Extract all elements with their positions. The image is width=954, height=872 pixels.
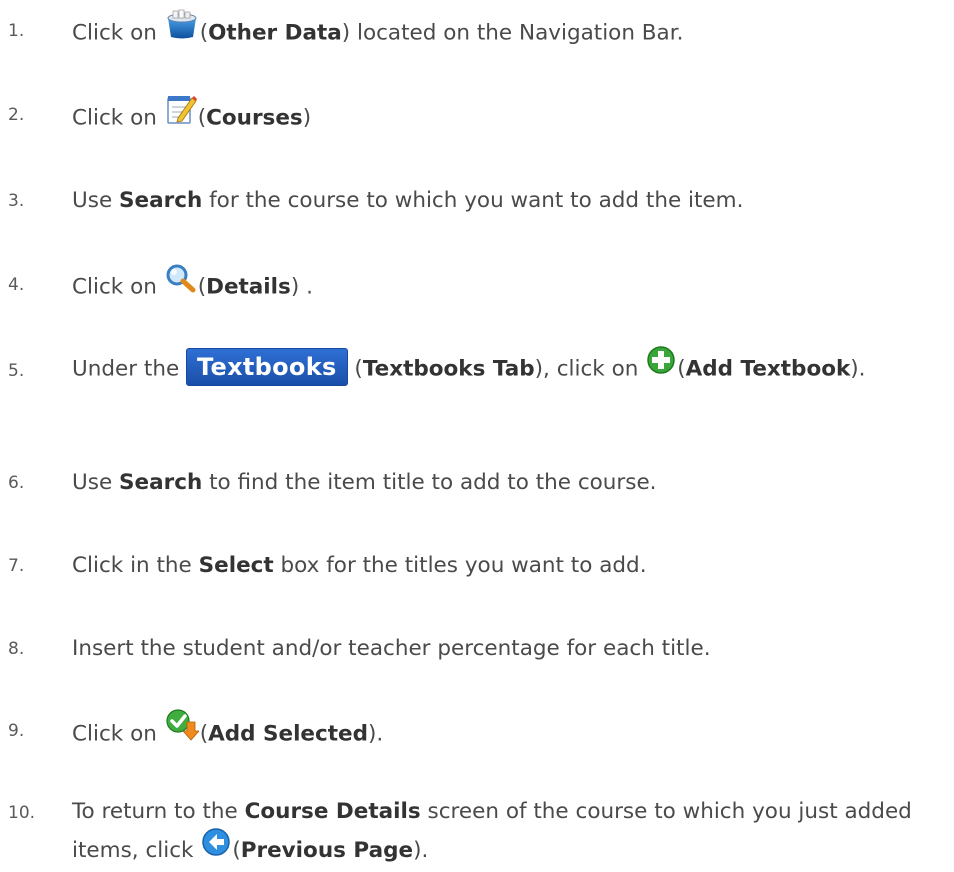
step-text-post: for the course to which you want to add … <box>209 188 744 213</box>
step-text: Under the Textbooks (Textbooks Tab), cli… <box>72 345 944 391</box>
step-number: 7. <box>8 556 25 576</box>
instruction-page: 1. Click on (Other Data) located on the <box>0 0 954 863</box>
step-text: Insert the student and/or teacher percen… <box>72 636 711 661</box>
previous-page-arrow-icon <box>201 827 231 869</box>
textbooks-tab-image: Textbooks <box>186 347 348 386</box>
step-text-post: box for the titles you want to add. <box>280 553 647 578</box>
step-text-post: ) located on the Navigation Bar. <box>341 20 684 46</box>
step-bold: Select <box>198 553 274 578</box>
step-bold-2: Add Textbook <box>685 356 851 382</box>
step-bold: Details <box>206 274 291 300</box>
step-text-pre: Click on <box>72 20 157 46</box>
step-number: 9. <box>8 721 25 741</box>
step-text: Click on (Add Selected). <box>72 709 944 757</box>
add-selected-check-icon <box>165 709 200 754</box>
step-text-post: ) . <box>290 274 313 300</box>
step-text-pre: Use <box>72 188 113 213</box>
step-bold: Add Selected <box>208 721 369 747</box>
step-text: Click on (Other Data) located on the Nav… <box>72 9 944 55</box>
step-number: 6. <box>8 473 25 493</box>
step-bold: Search <box>119 188 203 213</box>
step-text: To return to the Course Details screen o… <box>72 794 944 872</box>
magnifier-details-icon <box>165 263 197 306</box>
step-text-post: to find the item title to add to the cou… <box>209 470 657 495</box>
step-text: Click on (Courses) <box>72 96 944 141</box>
step-bold: Textbooks Tab <box>362 356 535 382</box>
step-number: 1. <box>8 21 25 41</box>
step-text-pre: Click on <box>72 721 157 747</box>
step-text-pre: Under the <box>72 356 180 382</box>
step-text-pre: Click in the <box>72 553 192 578</box>
step-text: Click in the Select box for the titles y… <box>72 547 944 585</box>
step-text-pre: Click on <box>72 274 157 300</box>
step-text-post: ) <box>302 105 312 131</box>
step-bold: Other Data <box>208 20 342 46</box>
step-text-mid: ), click on <box>534 356 639 382</box>
step-number: 4. <box>8 275 25 295</box>
step-number: 8. <box>8 639 25 659</box>
step-bold: Courses <box>206 105 303 131</box>
step-bold: Course Details <box>244 799 421 824</box>
courses-notepad-icon <box>165 93 197 138</box>
step-number: 3. <box>8 191 25 211</box>
step-bold-2: Previous Page <box>240 838 414 863</box>
step-text: Click on (Details) . <box>72 263 944 309</box>
step-text-post: ). <box>413 838 429 863</box>
add-green-plus-icon <box>646 345 676 388</box>
other-data-icon <box>165 9 199 52</box>
step-text-pre: Click on <box>72 105 157 131</box>
step-number: 2. <box>8 105 25 125</box>
step-text-pre: Use <box>72 470 113 495</box>
step-text: Use Search for the course to which you w… <box>72 182 944 220</box>
step-bold: Search <box>119 470 203 495</box>
step-text: Use Search to find the item title to add… <box>72 464 944 502</box>
step-number: 10. <box>8 803 36 823</box>
step-text-post: ). <box>368 721 384 747</box>
step-text-post: ). <box>850 356 866 382</box>
step-text-pre: To return to the <box>72 799 238 824</box>
step-number: 5. <box>8 361 25 381</box>
